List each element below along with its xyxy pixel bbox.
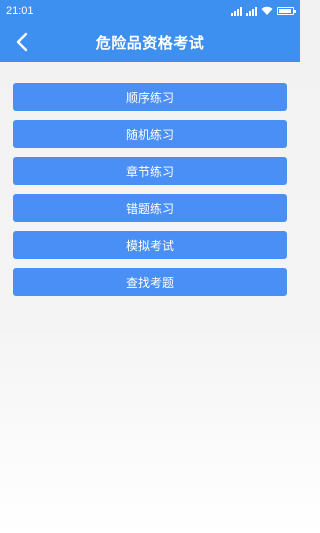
random-practice-button[interactable]: 随机练习 bbox=[13, 120, 287, 148]
mock-exam-button[interactable]: 模拟考试 bbox=[13, 231, 287, 259]
wifi-icon bbox=[261, 6, 273, 15]
status-bar: 21:01 bbox=[0, 0, 300, 22]
page-title: 危险品资格考试 bbox=[95, 33, 205, 52]
chapter-practice-button[interactable]: 章节练习 bbox=[13, 157, 287, 185]
back-button[interactable] bbox=[8, 28, 36, 56]
signal-icon bbox=[231, 6, 242, 16]
status-icons bbox=[231, 6, 296, 16]
status-time: 21:01 bbox=[6, 5, 34, 17]
chevron-left-icon bbox=[16, 32, 28, 52]
search-questions-button[interactable]: 查找考题 bbox=[13, 268, 287, 296]
practice-menu: 顺序练习 随机练习 章节练习 错题练习 模拟考试 查找考题 bbox=[13, 83, 287, 296]
app-bar: 危险品资格考试 bbox=[0, 22, 300, 62]
signal-icon bbox=[246, 6, 257, 16]
wrong-questions-practice-button[interactable]: 错题练习 bbox=[13, 194, 287, 222]
battery-icon bbox=[277, 7, 296, 15]
sequential-practice-button[interactable]: 顺序练习 bbox=[13, 83, 287, 111]
